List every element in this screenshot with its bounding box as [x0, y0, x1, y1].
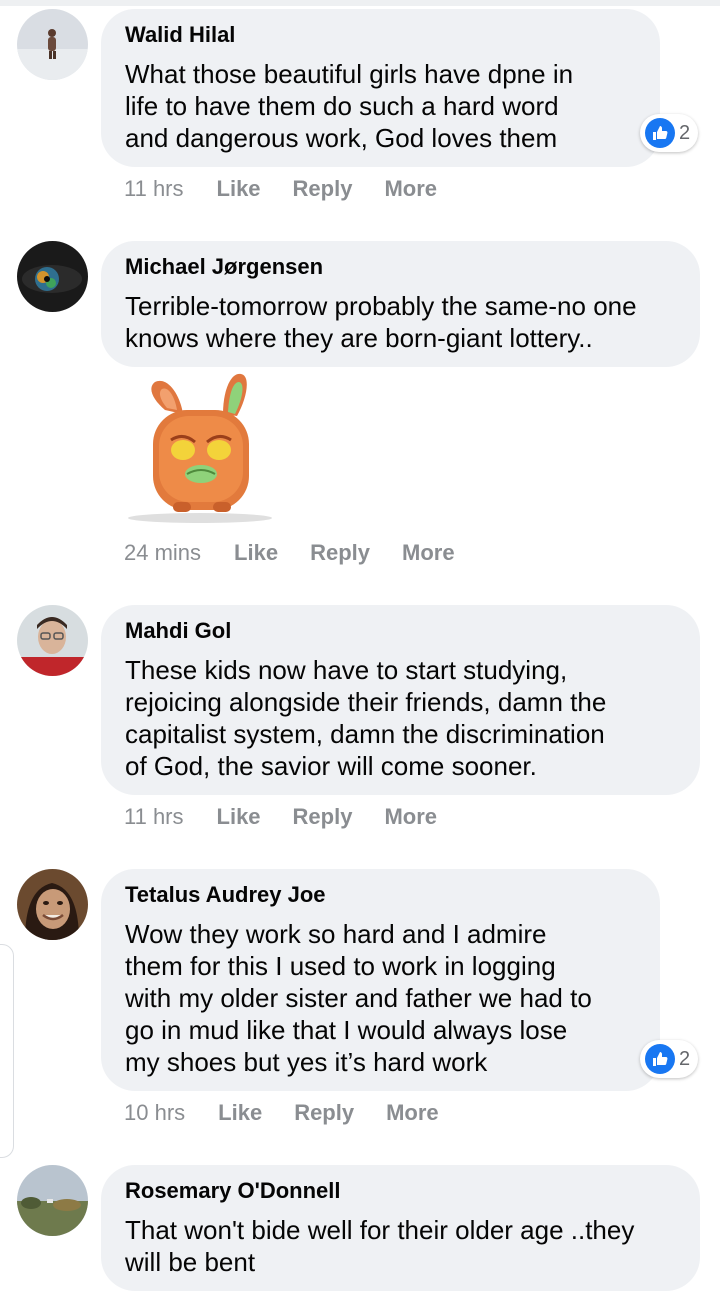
more-button[interactable]: More: [384, 176, 437, 202]
like-thumb-icon: [645, 1044, 675, 1074]
comment-line: them for this I used to work in logging: [125, 951, 556, 981]
comment-line: and dangerous work, God loves them: [125, 123, 558, 153]
avatar[interactable]: [17, 9, 88, 80]
comment-actions: 10 hrs Like Reply More: [124, 1100, 439, 1126]
avatar[interactable]: [17, 241, 88, 312]
comment-actions: 24 mins Like Reply More: [124, 540, 455, 566]
comment-text: Terrible-tomorrow probably the same-no o…: [125, 290, 676, 354]
comment-text: Wow they work so hard and I admire them …: [125, 918, 636, 1078]
comment-bubble: Tetalus Audrey Joe Wow they work so hard…: [101, 869, 660, 1091]
comment-time[interactable]: 24 mins: [124, 540, 201, 566]
reply-button[interactable]: Reply: [293, 804, 353, 830]
comment-line: Wow they work so hard and I admire: [125, 919, 547, 949]
reply-button[interactable]: Reply: [310, 540, 370, 566]
reply-button[interactable]: Reply: [294, 1100, 354, 1126]
like-button[interactable]: Like: [217, 804, 261, 830]
comment-line: That won't bide well for their older age…: [125, 1215, 635, 1245]
top-divider: [0, 0, 720, 6]
avatar[interactable]: [17, 869, 88, 940]
comment-time[interactable]: 10 hrs: [124, 1100, 185, 1126]
like-button[interactable]: Like: [217, 176, 261, 202]
reaction-count: 2: [679, 1047, 691, 1070]
comment-line: These kids now have to start studying,: [125, 655, 568, 685]
comment-line: life to have them do such a hard word: [125, 91, 559, 121]
reply-button[interactable]: Reply: [293, 176, 353, 202]
reaction-summary[interactable]: 2: [640, 1040, 699, 1078]
comment-line: rejoicing alongside their friends, damn …: [125, 687, 607, 717]
comment-line: with my older sister and father we had t…: [125, 983, 592, 1013]
comment-actions: 11 hrs Like Reply More: [124, 176, 437, 202]
comment-bubble: Michael Jørgensen Terrible-tomorrow prob…: [101, 241, 700, 367]
comment-bubble: Walid Hilal What those beautiful girls h…: [101, 9, 660, 167]
comment-author[interactable]: Tetalus Audrey Joe: [125, 882, 636, 908]
like-thumb-icon: [645, 118, 675, 148]
left-edge-panel: [0, 944, 14, 1158]
comment-author[interactable]: Michael Jørgensen: [125, 254, 676, 280]
comment-line: go in mud like that I would always lose: [125, 1015, 568, 1045]
comment-author[interactable]: Rosemary O'Donnell: [125, 1178, 676, 1204]
avatar[interactable]: [17, 605, 88, 676]
comment-line: capitalist system, damn the discriminati…: [125, 719, 605, 749]
more-button[interactable]: More: [386, 1100, 439, 1126]
sad-bunny-sticker[interactable]: [125, 370, 275, 525]
like-button[interactable]: Like: [218, 1100, 262, 1126]
reaction-summary[interactable]: 2: [640, 114, 699, 152]
comment-text: That won't bide well for their older age…: [125, 1214, 676, 1278]
comment-text: What those beautiful girls have dpne in …: [125, 58, 636, 154]
avatar[interactable]: [17, 1165, 88, 1236]
like-button[interactable]: Like: [234, 540, 278, 566]
comment-actions: 11 hrs Like Reply More: [124, 804, 437, 830]
comment-author[interactable]: Mahdi Gol: [125, 618, 676, 644]
comment-bubble: Rosemary O'Donnell That won't bide well …: [101, 1165, 700, 1291]
comment-bubble: Mahdi Gol These kids now have to start s…: [101, 605, 700, 795]
comment-line: my shoes but yes it’s hard work: [125, 1047, 488, 1077]
comment-line: will be bent: [125, 1247, 256, 1277]
comment-line: of God, the savior will come sooner.: [125, 751, 537, 781]
comment-line: What those beautiful girls have dpne in: [125, 59, 574, 89]
reaction-count: 2: [679, 121, 691, 144]
comment-text: These kids now have to start studying, r…: [125, 654, 676, 782]
comment-author[interactable]: Walid Hilal: [125, 22, 636, 48]
comment-time[interactable]: 11 hrs: [124, 804, 184, 830]
comment-time[interactable]: 11 hrs: [124, 176, 184, 202]
comment-line: knows where they are born-giant lottery.…: [125, 323, 593, 353]
comment-line: Terrible-tomorrow probably the same-no o…: [125, 291, 637, 321]
more-button[interactable]: More: [402, 540, 455, 566]
more-button[interactable]: More: [384, 804, 437, 830]
